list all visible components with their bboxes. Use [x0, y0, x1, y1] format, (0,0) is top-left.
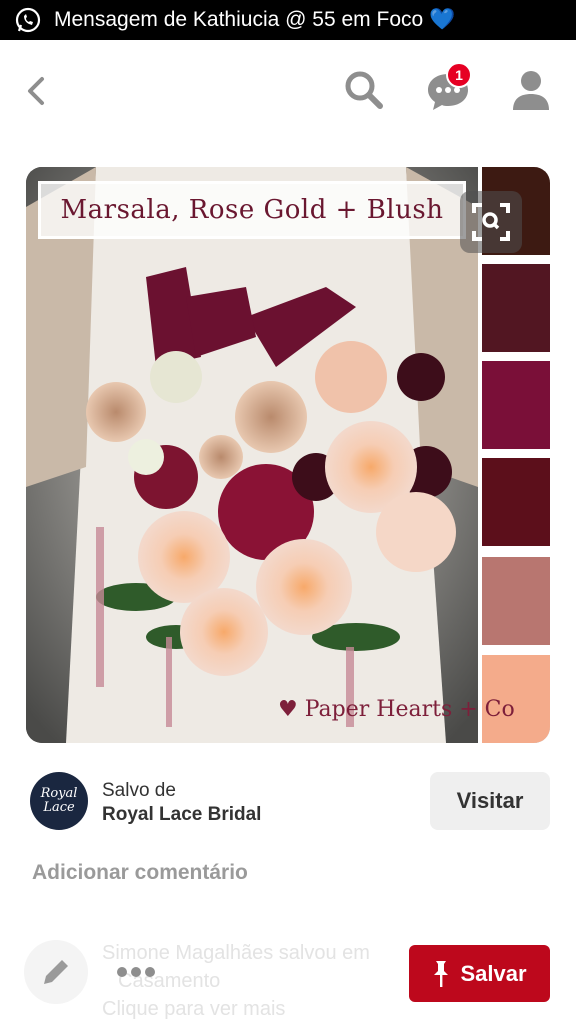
add-comment-field[interactable]: Adicionar comentário — [32, 861, 248, 885]
palette-swatch — [482, 264, 550, 352]
visual-search-icon — [472, 203, 510, 241]
pencil-icon — [44, 960, 68, 984]
status-bar: Mensagem de Kathiucia @ 55 em Foco 💙 — [0, 0, 576, 40]
saved-from-label: Salvo de — [102, 780, 176, 801]
search-icon[interactable] — [342, 68, 386, 112]
top-nav: 1 — [0, 40, 576, 144]
pin-title-overlay: Marsala, Rose Gold + Blush — [38, 181, 466, 239]
saved-by-line: Simone Magalhães salvou em — [102, 942, 370, 964]
save-button[interactable]: Salvar — [409, 945, 550, 1002]
back-arrow-icon[interactable] — [20, 74, 54, 108]
palette-swatch — [482, 557, 550, 645]
pin-title-text: Marsala, Rose Gold + Blush — [60, 195, 444, 225]
color-palette — [478, 167, 550, 743]
pin-image[interactable]: Marsala, Rose Gold + Blush ♥ Paper Heart… — [26, 167, 550, 743]
visit-button[interactable]: Visitar — [430, 772, 550, 830]
source-name[interactable]: Royal Lace Bridal — [102, 804, 261, 826]
pin-icon — [434, 960, 449, 987]
bouquet-photo — [26, 167, 478, 743]
pin-source: Royal Lace Salvo de Royal Lace Bridal Vi… — [0, 772, 576, 832]
see-more-line: Clique para ver mais — [102, 998, 286, 1020]
more-dots-icon[interactable] — [114, 964, 158, 980]
source-logo[interactable]: Royal Lace — [30, 772, 88, 830]
profile-icon[interactable] — [510, 68, 552, 112]
visual-search-button[interactable] — [460, 191, 522, 253]
whatsapp-icon — [15, 7, 41, 33]
messages-badge: 1 — [446, 62, 472, 88]
image-watermark: ♥ Paper Hearts + Co — [278, 697, 515, 722]
save-button-label: Salvar — [460, 960, 527, 986]
palette-swatch — [482, 361, 550, 449]
edit-button[interactable] — [24, 940, 88, 1004]
palette-swatch — [482, 458, 550, 546]
source-logo-text: Royal Lace — [40, 786, 78, 815]
notification-text: Mensagem de Kathiucia @ 55 em Foco 💙 — [54, 8, 456, 31]
bottom-bar: Simone Magalhães salvou em Casamento Cli… — [0, 930, 576, 1024]
